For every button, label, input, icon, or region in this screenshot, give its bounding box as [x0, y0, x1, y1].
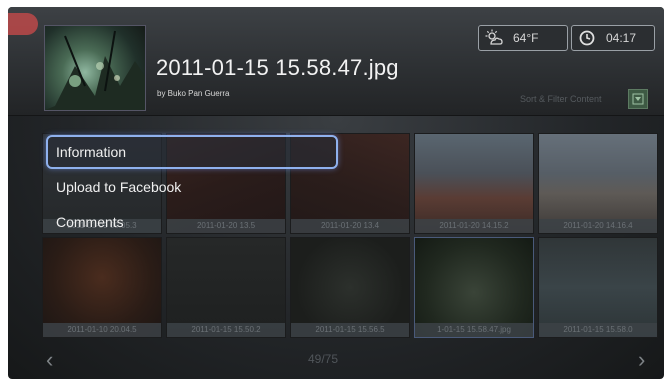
- clock-icon: [576, 27, 598, 49]
- grid-tile[interactable]: 2011-01-20 14.15.2: [414, 133, 534, 234]
- photo-thumbnail-image: [45, 30, 145, 110]
- grid-tile[interactable]: 2011-01-10 20.04.5: [42, 237, 162, 338]
- next-arrow-icon[interactable]: ›: [638, 347, 645, 373]
- tile-caption: 2011-01-15 15.58.0: [539, 323, 657, 337]
- photo-title: 2011-01-15 15.58.47.jpg: [156, 55, 399, 80]
- tile-caption: 2011-01-15 15.56.5: [291, 323, 409, 337]
- photo-author: by Buko Pan Guerra: [157, 89, 230, 98]
- weather-icon: [483, 27, 505, 49]
- tile-caption: 2011-01-15 15.50.2: [167, 323, 285, 337]
- menu-item-information[interactable]: Information: [46, 135, 338, 169]
- sort-filter-label[interactable]: Sort & Filter Content: [520, 94, 602, 104]
- grid-tile[interactable]: 2011-01-15 15.50.2: [166, 237, 286, 338]
- corner-decoration: [8, 13, 38, 35]
- header: 2011-01-15 15.58.47.jpg by Buko Pan Guer…: [8, 7, 664, 116]
- tile-caption: 2011-01-10 20.04.5: [43, 323, 161, 337]
- sort-filter-icon[interactable]: [628, 89, 648, 109]
- page-indicator: 49/75: [308, 352, 339, 366]
- menu-item-upload-facebook[interactable]: Upload to Facebook: [46, 170, 338, 204]
- context-menu: Information Upload to Facebook Comments: [46, 135, 338, 240]
- grid-tile[interactable]: 2011-01-15 15.58.0: [538, 237, 658, 338]
- grid-tile-selected[interactable]: 1-01-15 15.58.47.jpg: [414, 237, 534, 338]
- photo-thumbnail: [44, 25, 146, 111]
- menu-item-comments[interactable]: Comments: [46, 205, 338, 239]
- prev-arrow-icon[interactable]: ‹: [46, 347, 53, 373]
- grid-tile[interactable]: 2011-01-20 14.16.4: [538, 133, 658, 234]
- tile-caption: 1-01-15 15.58.47.jpg: [415, 323, 533, 337]
- weather-widget: 64°F: [478, 25, 568, 51]
- tile-caption: 2011-01-20 14.16.4: [539, 219, 657, 233]
- time: 04:17: [606, 31, 637, 45]
- clock-widget: 04:17: [571, 25, 655, 51]
- footer: ‹ 49/75 ›: [8, 339, 664, 379]
- media-player-screen: 2011-01-15 15.58.47.jpg by Buko Pan Guer…: [8, 7, 664, 379]
- grid-tile[interactable]: 2011-01-15 15.56.5: [290, 237, 410, 338]
- temperature: 64°F: [513, 31, 539, 45]
- tile-caption: 2011-01-20 14.15.2: [415, 219, 533, 233]
